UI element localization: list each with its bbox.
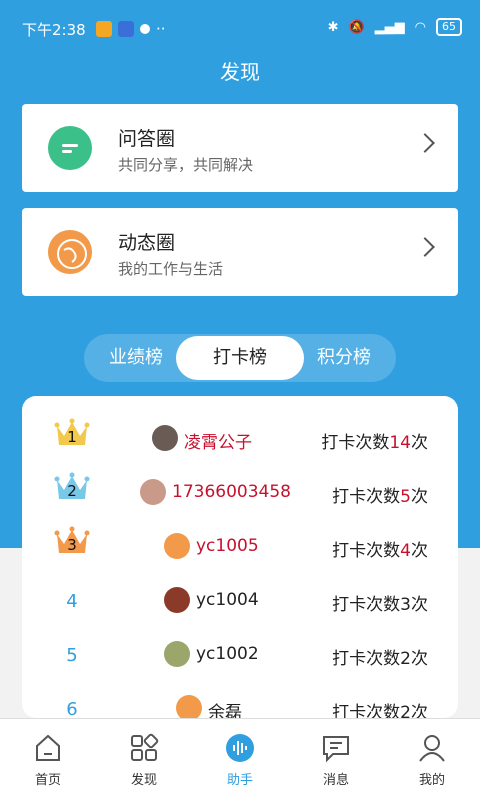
user-name: yc1002 — [196, 644, 259, 664]
ranking-tabs: 业绩榜 打卡榜 积分榜 — [84, 334, 396, 382]
nav-messages[interactable]: 消息 — [288, 719, 384, 801]
user-name: 凌霄公子 — [184, 433, 252, 453]
nav-label: 首页 — [34, 773, 61, 788]
avatar — [152, 425, 178, 451]
nav-discover[interactable]: 发现 — [96, 719, 192, 801]
qa-circle-card[interactable]: 问答圈 共同分享，共同解决 — [22, 104, 458, 192]
checkin-count: 打卡次数2次 — [332, 703, 428, 718]
rank-number: 6 — [66, 699, 78, 718]
status-bar: 下午2:38 ·· ✱ 🔕 ▂▄▆ ◠ 65 — [0, 0, 480, 56]
voice-icon — [226, 734, 254, 762]
checkin-count: 打卡次数2次 — [332, 649, 428, 669]
bronze-crown-icon: 3 — [54, 525, 90, 557]
message-icon — [323, 736, 349, 763]
nav-home[interactable]: 首页 — [0, 719, 96, 801]
ranking-row[interactable]: 5 yc1002 打卡次数2次 — [22, 627, 458, 681]
tab-checkin[interactable]: 打卡榜 — [176, 336, 304, 380]
status-time: 下午2:38 — [22, 21, 86, 39]
chat-icon — [48, 126, 92, 170]
checkin-count: 打卡次数5次 — [332, 487, 428, 507]
user-name: 17366003458 — [172, 482, 291, 502]
globe-icon — [48, 230, 92, 274]
rank-number: 1 — [67, 428, 77, 446]
bottom-navigation: 首页 发现 助手 消息 我的 — [0, 718, 480, 801]
rank-number: 4 — [66, 591, 78, 612]
gold-crown-icon: 1 — [54, 417, 90, 449]
status-notification-icons: ·· — [96, 20, 166, 38]
mute-icon: 🔕 — [348, 19, 365, 35]
status-system-icons: ✱ 🔕 ▂▄▆ ◠ 65 — [328, 18, 462, 36]
nav-assistant[interactable]: 助手 — [192, 719, 288, 801]
battery-icon: 65 — [436, 18, 462, 36]
nav-profile[interactable]: 我的 — [384, 719, 480, 801]
nav-label: 助手 — [226, 773, 253, 788]
nav-label: 我的 — [418, 773, 445, 788]
card-subtitle: 我的工作与生活 — [118, 260, 224, 278]
nav-label: 消息 — [322, 773, 349, 788]
notification-app-icon — [118, 21, 134, 37]
wifi-icon: ◠ — [414, 19, 426, 35]
rank-number: 3 — [67, 536, 77, 554]
ranking-row[interactable]: 3 yc1005 打卡次数4次 — [22, 519, 458, 573]
ranking-row[interactable]: 4 yc1004 打卡次数3次 — [22, 573, 458, 627]
avatar — [140, 479, 166, 505]
ranking-row[interactable]: 6 余磊 打卡次数2次 — [22, 681, 458, 718]
page-title: 发现 — [220, 60, 260, 84]
checkin-count: 打卡次数14次 — [321, 433, 428, 453]
ranking-row[interactable]: 2 17366003458 打卡次数5次 — [22, 465, 458, 519]
card-subtitle: 共同分享，共同解决 — [118, 156, 254, 174]
ranking-list: 1 凌霄公子 打卡次数14次 2 17366003458 打卡次数5次 3 yc… — [22, 396, 458, 718]
notification-app-icon — [96, 21, 112, 37]
silver-crown-icon: 2 — [54, 471, 90, 503]
card-title: 动态圈 — [118, 232, 176, 254]
user-name: yc1005 — [196, 536, 259, 556]
avatar — [176, 695, 202, 718]
tab-performance[interactable]: 业绩榜 — [84, 334, 188, 382]
tab-points[interactable]: 积分榜 — [292, 334, 396, 382]
avatar — [164, 641, 190, 667]
rank-number: 5 — [66, 645, 78, 666]
checkin-count: 打卡次数3次 — [332, 595, 428, 615]
avatar — [164, 533, 190, 559]
grid-icon — [131, 733, 159, 761]
nav-label: 发现 — [130, 773, 157, 788]
chevron-right-icon — [415, 237, 435, 257]
user-name: 余磊 — [208, 703, 242, 718]
home-icon — [36, 734, 60, 761]
signal-icon: ▂▄▆ — [374, 19, 405, 35]
more-notifications-icon: ·· — [156, 20, 166, 38]
notification-dot-icon — [140, 24, 150, 34]
profile-icon — [419, 735, 445, 762]
moments-circle-card[interactable]: 动态圈 我的工作与生活 — [22, 208, 458, 296]
bluetooth-icon: ✱ — [327, 19, 339, 35]
avatar — [164, 587, 190, 613]
card-title: 问答圈 — [118, 128, 176, 150]
rank-number: 2 — [67, 482, 77, 500]
chevron-right-icon — [415, 133, 435, 153]
checkin-count: 打卡次数4次 — [332, 541, 428, 561]
ranking-row[interactable]: 1 凌霄公子 打卡次数14次 — [22, 411, 458, 465]
user-name: yc1004 — [196, 590, 259, 610]
